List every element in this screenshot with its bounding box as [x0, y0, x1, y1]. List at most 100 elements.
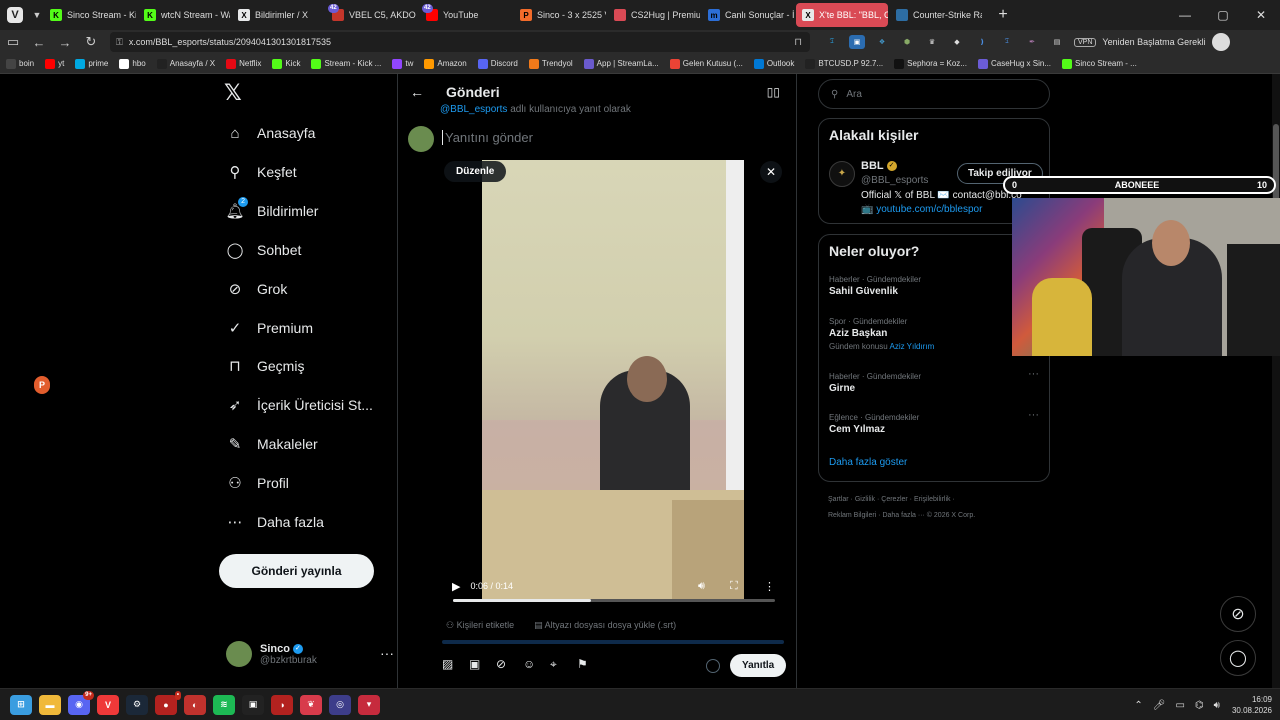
location-icon[interactable]: ⌖: [550, 657, 577, 672]
pin-icon[interactable]: ❦: [300, 694, 322, 715]
nav-item[interactable]: ◯ Sohbet: [226, 235, 302, 265]
browser-tab[interactable]: m Canlı Sonuçlar - İddaa S: [702, 3, 794, 27]
play-icon[interactable]: ▶: [452, 580, 460, 593]
browser-tab[interactable]: CS2Hug | Premium CS2 C: [608, 3, 700, 27]
bookmark-item[interactable]: BTCUSD.P 92.7...: [805, 58, 883, 69]
nav-item[interactable]: ➶ İçerik Üreticisi St...: [226, 390, 373, 420]
browser-tab[interactable]: X Bildirimler / X: [232, 3, 324, 27]
nav-item[interactable]: ⌂ Anasayfa: [226, 118, 315, 148]
windows-start-icon[interactable]: ⊞: [10, 694, 32, 715]
bookmark-item[interactable]: prime: [75, 58, 108, 69]
bookmark-item[interactable]: Trendyol: [528, 58, 573, 69]
x-logo-icon[interactable]: 𝕏: [224, 80, 242, 106]
minimize-icon[interactable]: —: [1166, 8, 1204, 22]
person-name[interactable]: BBL ✓: [861, 160, 897, 172]
maximize-icon[interactable]: ▢: [1204, 8, 1242, 22]
reply-button[interactable]: Yanıtla: [730, 654, 787, 677]
fullscreen-icon[interactable]: ⛶: [730, 580, 738, 593]
edit-media-button[interactable]: Düzenle: [444, 161, 507, 182]
vivaldi-icon[interactable]: V: [97, 694, 119, 715]
nav-item[interactable]: ⚲ Keşfet: [226, 157, 297, 187]
reply-handle-link[interactable]: @BBL_esports: [440, 104, 507, 115]
trend-more-icon[interactable]: ···: [1028, 368, 1039, 380]
display-icon[interactable]: ▭: [1175, 700, 1184, 711]
extension-icon[interactable]: 𝔗: [824, 35, 840, 49]
nav-item[interactable]: ⊘ Grok: [226, 274, 288, 304]
search-input[interactable]: ⚲ Ara: [818, 79, 1050, 109]
scrollbar[interactable]: [1272, 74, 1280, 688]
chevron-up-icon[interactable]: ⌃: [1134, 700, 1142, 711]
clock[interactable]: 16:09 30.08.2026: [1232, 694, 1272, 716]
account-switcher[interactable]: Sinco ✓ @bzkrtburak ···: [226, 638, 394, 670]
attached-video[interactable]: [482, 160, 744, 600]
discord-icon[interactable]: ◉ 9+: [68, 690, 94, 715]
extension-icon[interactable]: ✒: [1024, 35, 1040, 49]
extension-icon[interactable]: ♛: [924, 35, 940, 49]
bookmark-item[interactable]: Amazon: [424, 58, 467, 69]
bookmark-item[interactable]: tw: [392, 58, 413, 69]
app-red-icon[interactable]: ● •: [155, 690, 181, 715]
nav-item[interactable]: ✎ Makaleler: [226, 429, 318, 459]
browser-tab[interactable]: P Sinco - 3 x 2525 VP Hedi: [514, 3, 606, 27]
more-icon[interactable]: ···: [380, 645, 394, 661]
bookmark-icon[interactable]: ⊓: [794, 37, 802, 48]
vivaldi-menu-button[interactable]: V: [0, 0, 30, 30]
bookmark-item[interactable]: Kick: [272, 58, 300, 69]
bookmark-item[interactable]: Gelen Kutusu (...: [669, 58, 743, 69]
reader-mode-icon[interactable]: ▯▯: [767, 85, 780, 99]
avatar[interactable]: ✦: [829, 161, 855, 187]
extension-icon[interactable]: ◆: [949, 35, 965, 49]
nav-item[interactable]: 🔔︎ 2 Bildirimler: [225, 196, 318, 226]
gif-icon[interactable]: ▣: [469, 657, 496, 672]
bookmark-item[interactable]: hbo: [119, 58, 146, 69]
network-icon[interactable]: ⌬: [1195, 700, 1204, 711]
browser-tab[interactable]: 42 VBEL C5, AKDO - uzayl: [326, 3, 418, 27]
file-explorer-icon[interactable]: ▬: [39, 694, 61, 715]
extension-icon[interactable]: ▤: [1049, 35, 1065, 49]
show-more-link[interactable]: Daha fazla göster: [829, 457, 907, 468]
browser-tab[interactable]: KwtcN Stream - Watch Live: [138, 3, 230, 27]
trend-context-link[interactable]: Aziz Yıldırım: [889, 342, 934, 351]
browser-tab[interactable]: X X'te BBL: "BBL, CS2. Fron: [796, 3, 888, 27]
volume-icon[interactable]: 🔊︎: [1214, 700, 1220, 711]
post-button[interactable]: Gönderi yayınla: [219, 554, 374, 588]
messages-float-icon[interactable]: ◯: [1220, 640, 1256, 676]
video-more-icon[interactable]: ⋮: [764, 580, 775, 593]
cs-icon[interactable]: ◎: [329, 694, 351, 715]
trend-item[interactable]: Spor · Gündemdekiler Aziz Başkan Gündem ko…: [829, 317, 934, 351]
app-red3-icon[interactable]: ◑: [271, 694, 293, 715]
extension-icon[interactable]: ▣: [849, 35, 865, 49]
back-arrow-icon[interactable]: ←: [410, 84, 424, 100]
browser-tab[interactable]: 42 YouTube: [420, 3, 512, 27]
trend-item[interactable]: Haberler · Gündemdekiler Sahil Güvenlik: [829, 275, 921, 297]
footer-line[interactable]: Reklam Bilgileri · Daha fazla ··· © 2026…: [828, 508, 1038, 524]
vpn-button[interactable]: VPN: [1074, 37, 1097, 47]
bookmark-item[interactable]: Sinco Stream - ...: [1062, 58, 1137, 69]
microphone-icon[interactable]: 🎤︎: [1153, 700, 1166, 711]
forward-icon[interactable]: →: [52, 35, 78, 50]
remove-media-icon[interactable]: ✕: [760, 161, 782, 183]
bookmark-item[interactable]: Outlook: [753, 58, 794, 69]
app-v-icon[interactable]: ▾: [358, 694, 380, 715]
nav-item[interactable]: ⊓ Geçmiş: [226, 351, 304, 381]
video-progress-bar[interactable]: [453, 599, 775, 602]
bookmark-item[interactable]: CaseHug x Sin...: [977, 58, 1051, 69]
upload-subtitle-link[interactable]: ▤ Altyazı dosyası dosya yükle (.srt): [534, 620, 686, 631]
steam-icon[interactable]: ⚙: [126, 694, 148, 715]
panel-toggle-icon[interactable]: ▭: [0, 34, 26, 50]
p-extension-floating-icon[interactable]: P: [34, 376, 50, 394]
nav-item[interactable]: ⋯ Daha fazla: [226, 507, 324, 537]
tab-dropdown-icon[interactable]: ▼: [30, 10, 44, 20]
site-info-icon[interactable]: ⚿: [116, 37, 123, 48]
image-icon[interactable]: ▨: [442, 657, 469, 672]
bio-link[interactable]: 📺 youtube.com/c/bblespor: [861, 204, 982, 215]
grok-float-icon[interactable]: ⊘: [1220, 596, 1256, 632]
restart-required-label[interactable]: Yeniden Başlatma Gerekli: [1102, 37, 1205, 47]
tag-people-link[interactable]: ⚇ Kişileri etiketle: [446, 620, 524, 631]
nav-item[interactable]: ✓ Premium: [226, 313, 313, 343]
grok-icon[interactable]: ⊘: [496, 657, 523, 672]
volume-icon[interactable]: 🔊︎: [698, 580, 705, 593]
reply-input[interactable]: Yanıtını gönder: [442, 130, 533, 145]
close-window-icon[interactable]: ✕: [1242, 8, 1280, 22]
spotify-icon[interactable]: ≋: [213, 694, 235, 715]
